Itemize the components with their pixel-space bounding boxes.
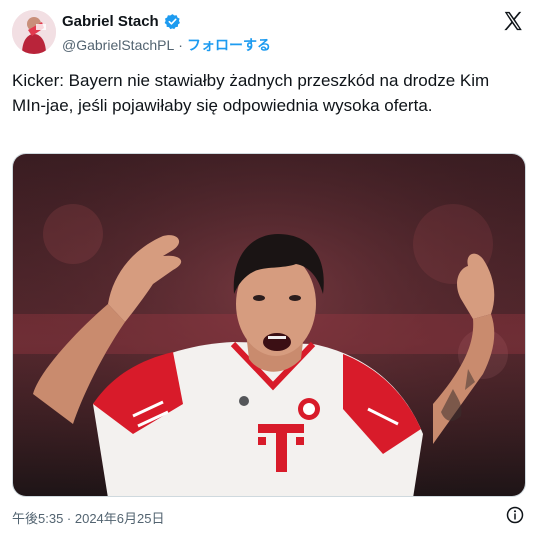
author-name[interactable]: Gabriel Stach — [62, 13, 159, 30]
follow-button[interactable]: フォローする — [187, 35, 271, 55]
tweet-timestamp[interactable]: 午後5:35 · 2024年6月25日 — [12, 508, 164, 527]
author-avatar[interactable] — [12, 10, 56, 54]
verified-badge-icon — [164, 13, 181, 30]
tweet-photo[interactable] — [12, 153, 526, 497]
author-handle[interactable]: @GabrielStachPL — [62, 37, 174, 53]
handle-separator: · — [178, 37, 183, 53]
tweet-text: Kicker: Bayern nie stawiałby żadnych prz… — [12, 71, 490, 115]
tweet-card: Gabriel Stach @GabrielStachPL · フォローする K… — [0, 0, 536, 534]
info-icon[interactable] — [506, 506, 524, 524]
x-logo-icon[interactable] — [502, 10, 524, 32]
